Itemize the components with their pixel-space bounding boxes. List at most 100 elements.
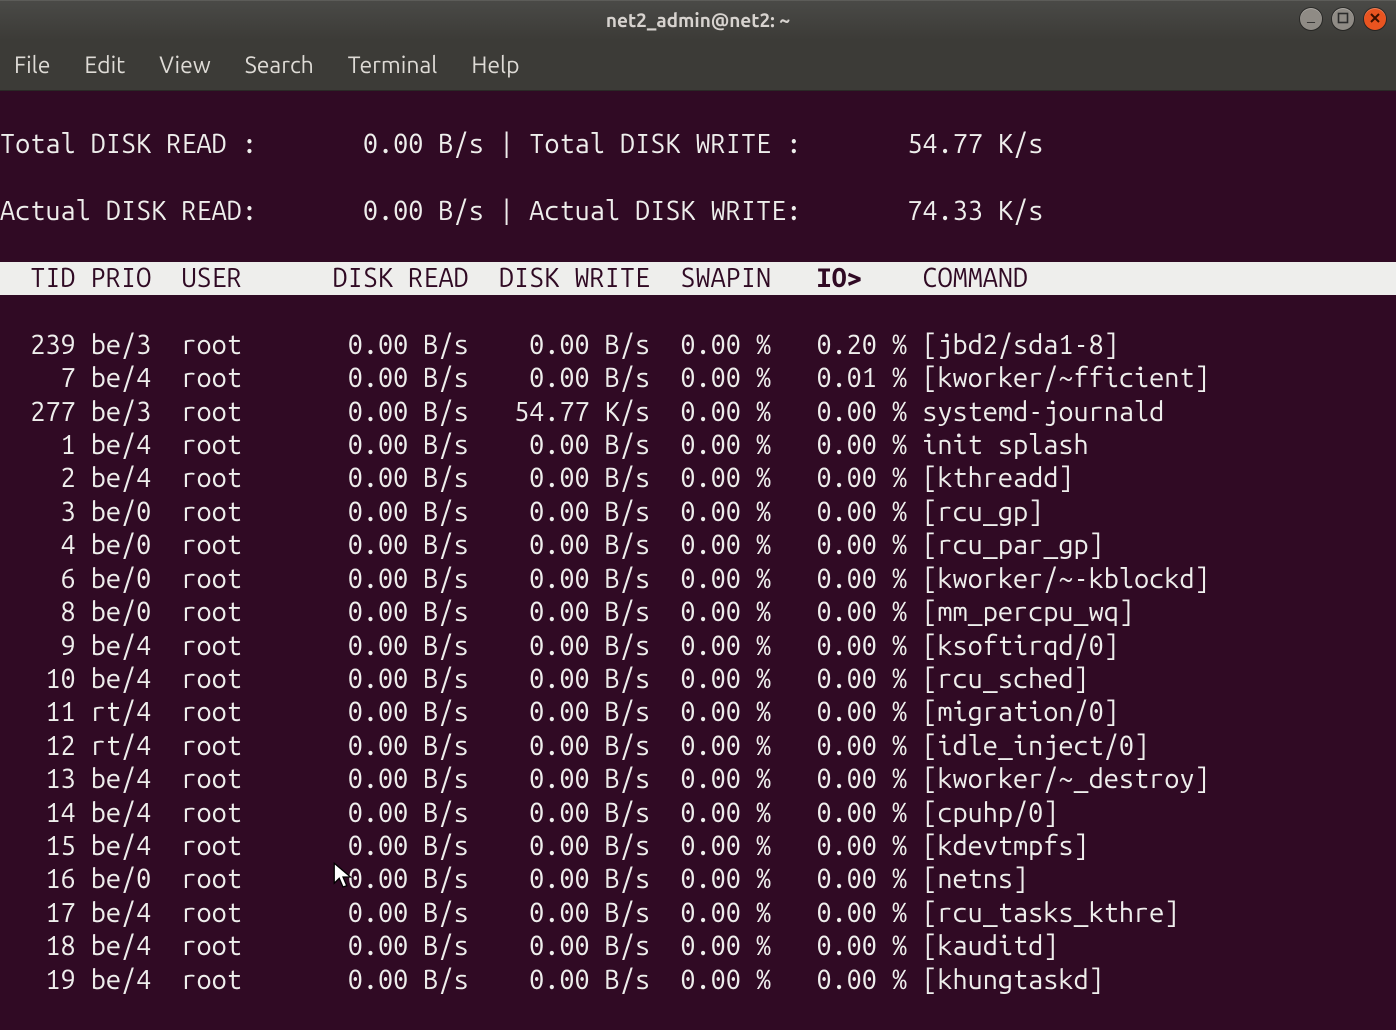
cell-swapin: 0.00 % (650, 964, 771, 997)
minimize-icon: _ (1307, 8, 1315, 22)
hdr-command: COMMAND (922, 263, 1028, 293)
process-row: 14 be/4 root0.00 B/s0.00 B/s0.00 %0.00 %… (0, 797, 1396, 830)
cell-user: root (181, 329, 287, 362)
cell-swapin: 0.00 % (650, 596, 771, 629)
cell-tid: 8 (0, 596, 76, 629)
cell-disk-write: 0.00 B/s (469, 630, 650, 663)
cell-disk-write: 0.00 B/s (469, 863, 650, 896)
process-rows: 239 be/3 root0.00 B/s0.00 B/s0.00 %0.20 … (0, 329, 1396, 997)
process-row: 8 be/0 root0.00 B/s0.00 B/s0.00 %0.00 %[… (0, 596, 1396, 629)
cell-tid: 13 (0, 763, 76, 796)
cell-io: 0.00 % (771, 630, 907, 663)
cell-swapin: 0.00 % (650, 462, 771, 495)
cell-user: root (181, 663, 287, 696)
hdr-tid: TID (0, 262, 76, 295)
cell-disk-write: 0.00 B/s (469, 696, 650, 729)
cell-disk-write: 0.00 B/s (469, 964, 650, 997)
cell-disk-read: 0.00 B/s (287, 797, 468, 830)
cell-disk-write: 0.00 B/s (469, 663, 650, 696)
cell-prio: be/4 (91, 830, 167, 863)
menu-file[interactable]: File (14, 53, 50, 78)
column-headers: TID PRIO USERDISK READDISK WRITESWAPIN I… (0, 262, 1396, 295)
cell-io: 0.00 % (771, 830, 907, 863)
process-row: 12 rt/4 root0.00 B/s0.00 B/s0.00 %0.00 %… (0, 730, 1396, 763)
cell-io: 0.01 % (771, 362, 907, 395)
cell-io: 0.00 % (771, 529, 907, 562)
cell-user: root (181, 429, 287, 462)
cell-tid: 239 (0, 329, 76, 362)
menu-view[interactable]: View (159, 53, 210, 78)
cell-swapin: 0.00 % (650, 663, 771, 696)
process-row: 10 be/4 root0.00 B/s0.00 B/s0.00 %0.00 %… (0, 663, 1396, 696)
cell-prio: be/0 (91, 496, 167, 529)
cell-io: 0.00 % (771, 496, 907, 529)
cell-io: 0.00 % (771, 396, 907, 429)
cell-command: [rcu_tasks_kthre] (907, 897, 1179, 930)
hdr-swapin: SWAPIN (650, 262, 771, 295)
cell-disk-read: 0.00 B/s (287, 429, 468, 462)
cell-prio: be/4 (91, 462, 167, 495)
cell-disk-write: 0.00 B/s (469, 496, 650, 529)
process-row: 2 be/4 root0.00 B/s0.00 B/s0.00 %0.00 %[… (0, 462, 1396, 495)
cell-user: root (181, 529, 287, 562)
cell-prio: be/4 (91, 797, 167, 830)
cell-swapin: 0.00 % (650, 429, 771, 462)
process-row: 17 be/4 root0.00 B/s0.00 B/s0.00 %0.00 %… (0, 897, 1396, 930)
cell-command: [rcu_gp] (907, 496, 1043, 529)
cell-command: [kdevtmpfs] (907, 830, 1088, 863)
menu-terminal[interactable]: Terminal (348, 53, 438, 78)
cell-prio: be/4 (91, 930, 167, 963)
process-row: 19 be/4 root0.00 B/s0.00 B/s0.00 %0.00 %… (0, 964, 1396, 997)
cell-command: [cpuhp/0] (907, 797, 1058, 830)
cell-disk-read: 0.00 B/s (287, 396, 468, 429)
close-button[interactable] (1364, 8, 1386, 30)
cell-swapin: 0.00 % (650, 362, 771, 395)
cell-disk-write: 0.00 B/s (469, 429, 650, 462)
menu-help[interactable]: Help (471, 53, 519, 78)
cell-user: root (181, 830, 287, 863)
cell-disk-read: 0.00 B/s (287, 462, 468, 495)
close-icon (1369, 12, 1381, 26)
cell-tid: 14 (0, 797, 76, 830)
cell-user: root (181, 930, 287, 963)
menu-edit[interactable]: Edit (84, 53, 125, 78)
summary-line-actual: Actual DISK READ: 0.00 B/s | Actual DISK… (0, 195, 1396, 228)
cell-disk-read: 0.00 B/s (287, 830, 468, 863)
cell-tid: 1 (0, 429, 76, 462)
cell-tid: 10 (0, 663, 76, 696)
terminal-output[interactable]: Total DISK READ : 0.00 B/s | Total DISK … (0, 91, 1396, 1030)
cell-io: 0.00 % (771, 596, 907, 629)
cell-command: [netns] (907, 863, 1028, 896)
cell-prio: be/4 (91, 763, 167, 796)
cell-prio: be/4 (91, 630, 167, 663)
cell-disk-read: 0.00 B/s (287, 930, 468, 963)
maximize-button[interactable] (1332, 8, 1354, 30)
cell-prio: rt/4 (91, 730, 167, 763)
cell-command: [mm_percpu_wq] (907, 596, 1134, 629)
hdr-user: USER (181, 262, 287, 295)
cell-command: [ksoftirqd/0] (907, 630, 1119, 663)
process-row: 15 be/4 root0.00 B/s0.00 B/s0.00 %0.00 %… (0, 830, 1396, 863)
cell-prio: be/4 (91, 897, 167, 930)
cell-disk-read: 0.00 B/s (287, 496, 468, 529)
minimize-button[interactable]: _ (1300, 8, 1322, 30)
cell-swapin: 0.00 % (650, 830, 771, 863)
cell-io: 0.00 % (771, 930, 907, 963)
cell-command: init splash (907, 429, 1088, 462)
hdr-io: IO> (816, 263, 861, 293)
process-row: 6 be/0 root0.00 B/s0.00 B/s0.00 %0.00 %[… (0, 563, 1396, 596)
maximize-icon (1337, 12, 1349, 26)
cell-swapin: 0.00 % (650, 730, 771, 763)
cell-disk-read: 0.00 B/s (287, 730, 468, 763)
cell-disk-write: 0.00 B/s (469, 897, 650, 930)
cell-disk-read: 0.00 B/s (287, 630, 468, 663)
cell-disk-write: 0.00 B/s (469, 763, 650, 796)
cell-command: [kauditd] (907, 930, 1058, 963)
hdr-disk-read: DISK READ (287, 262, 468, 295)
cell-io: 0.00 % (771, 763, 907, 796)
cell-tid: 12 (0, 730, 76, 763)
cell-swapin: 0.00 % (650, 529, 771, 562)
cell-command: [kworker/~_destroy] (907, 763, 1209, 796)
menu-search[interactable]: Search (245, 53, 314, 78)
cell-command: [jbd2/sda1-8] (907, 329, 1119, 362)
